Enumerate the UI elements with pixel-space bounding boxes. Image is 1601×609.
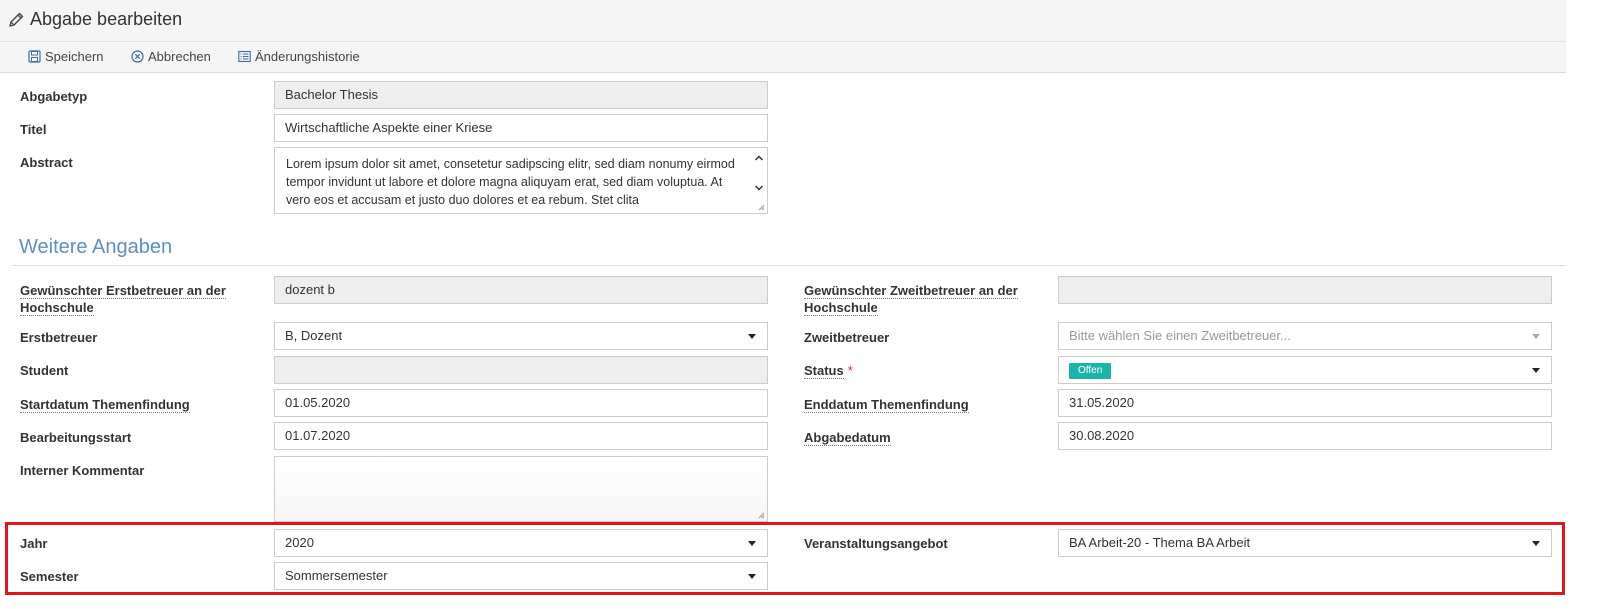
semester-label: Semester [20,569,79,584]
abgabedatum-label: Abgabedatum [804,430,891,446]
enddatum-input[interactable]: 31.05.2020 [1058,389,1552,417]
abstract-text: Lorem ipsum dolor sit amet, consetetur s… [286,157,735,207]
zweitbetreuer-wunsch-label: Gewünschter Zweitbetreuer an der Hochsch… [804,283,1018,316]
zweitbetreuer-placeholder: Bitte wählen Sie einen Zweitbetreuer... [1069,328,1291,343]
page-title: Abgabe bearbeiten [30,9,183,29]
titel-input[interactable]: Wirtschaftliche Aspekte einer Kriese [274,114,768,142]
dropdown-arrow-icon [1532,368,1540,373]
semester-value: Sommersemester [285,568,388,583]
section-title: Weitere Angaben [19,236,173,258]
section-divider [12,265,1566,266]
kommentar-textarea[interactable] [274,456,768,522]
scroll-down-icon[interactable] [754,184,764,192]
abgabetyp-label: Abgabetyp [20,89,88,104]
jahr-select[interactable]: 2020 [274,529,768,557]
status-badge: Offen [1069,363,1112,379]
status-label: Status * [804,363,853,379]
startdatum-label: Startdatum Themenfindung [20,397,190,413]
toolbar: Speichern Abbrechen Änderungshistorie [0,41,1566,73]
student-label: Student [20,363,69,378]
semester-select[interactable]: Sommersemester [274,562,768,590]
required-marker: * [847,363,853,378]
abstract-textarea[interactable]: Lorem ipsum dolor sit amet, consetetur s… [274,147,768,214]
erstbetreuer-wunsch-label: Gewünschter Erstbetreuer an der Hochschu… [20,283,226,316]
kommentar-label: Interner Kommentar [20,463,145,478]
page-header: Abgabe bearbeiten [0,0,1566,41]
zweitbetreuer-label: Zweitbetreuer [804,330,890,345]
zweitbetreuer-select[interactable]: Bitte wählen Sie einen Zweitbetreuer... [1058,322,1552,350]
startdatum-input[interactable]: 01.05.2020 [274,389,768,417]
cancel-circle-icon [131,50,144,63]
resize-grip-icon[interactable] [757,511,765,519]
history-label: Änderungshistorie [255,49,360,64]
dropdown-arrow-icon [748,334,756,339]
cancel-button[interactable]: Abbrechen [131,49,211,64]
dropdown-arrow-icon [748,541,756,546]
titel-label: Titel [20,122,47,137]
scroll-up-icon[interactable] [754,154,764,162]
abstract-label: Abstract [20,155,73,170]
erstbetreuer-label: Erstbetreuer [20,330,98,345]
pencil-icon [9,12,24,27]
zweitbetreuer-wunsch-field [1058,276,1552,304]
cancel-label: Abbrechen [148,49,211,64]
erstbetreuer-wunsch-field: dozent b [274,276,768,304]
veranstaltung-select[interactable]: BA Arbeit-20 - Thema BA Arbeit [1058,529,1552,557]
erstbetreuer-select[interactable]: B, Dozent [274,322,768,350]
dropdown-arrow-icon [1532,541,1540,546]
veranstaltung-label: Veranstaltungsangebot [804,536,948,551]
erstbetreuer-value: B, Dozent [285,328,343,343]
save-button[interactable]: Speichern [28,49,104,64]
jahr-value: 2020 [285,535,314,550]
bearbeitungsstart-label: Bearbeitungsstart [20,430,132,445]
list-icon [238,50,251,63]
bearbeitungsstart-input[interactable]: 01.07.2020 [274,422,768,450]
status-select[interactable]: Offen [1058,356,1552,384]
veranstaltung-value: BA Arbeit-20 - Thema BA Arbeit [1069,535,1251,550]
abgabedatum-input[interactable]: 30.08.2020 [1058,422,1552,450]
abgabetyp-field: Bachelor Thesis [274,81,768,109]
jahr-label: Jahr [20,536,48,551]
dropdown-arrow-icon [748,574,756,579]
dropdown-arrow-icon [1532,334,1540,339]
floppy-disk-icon [28,50,41,63]
student-field [274,356,768,384]
enddatum-label: Enddatum Themenfindung [804,397,969,413]
history-button[interactable]: Änderungshistorie [238,49,360,64]
resize-grip-icon[interactable] [757,203,765,211]
save-label: Speichern [45,49,104,64]
